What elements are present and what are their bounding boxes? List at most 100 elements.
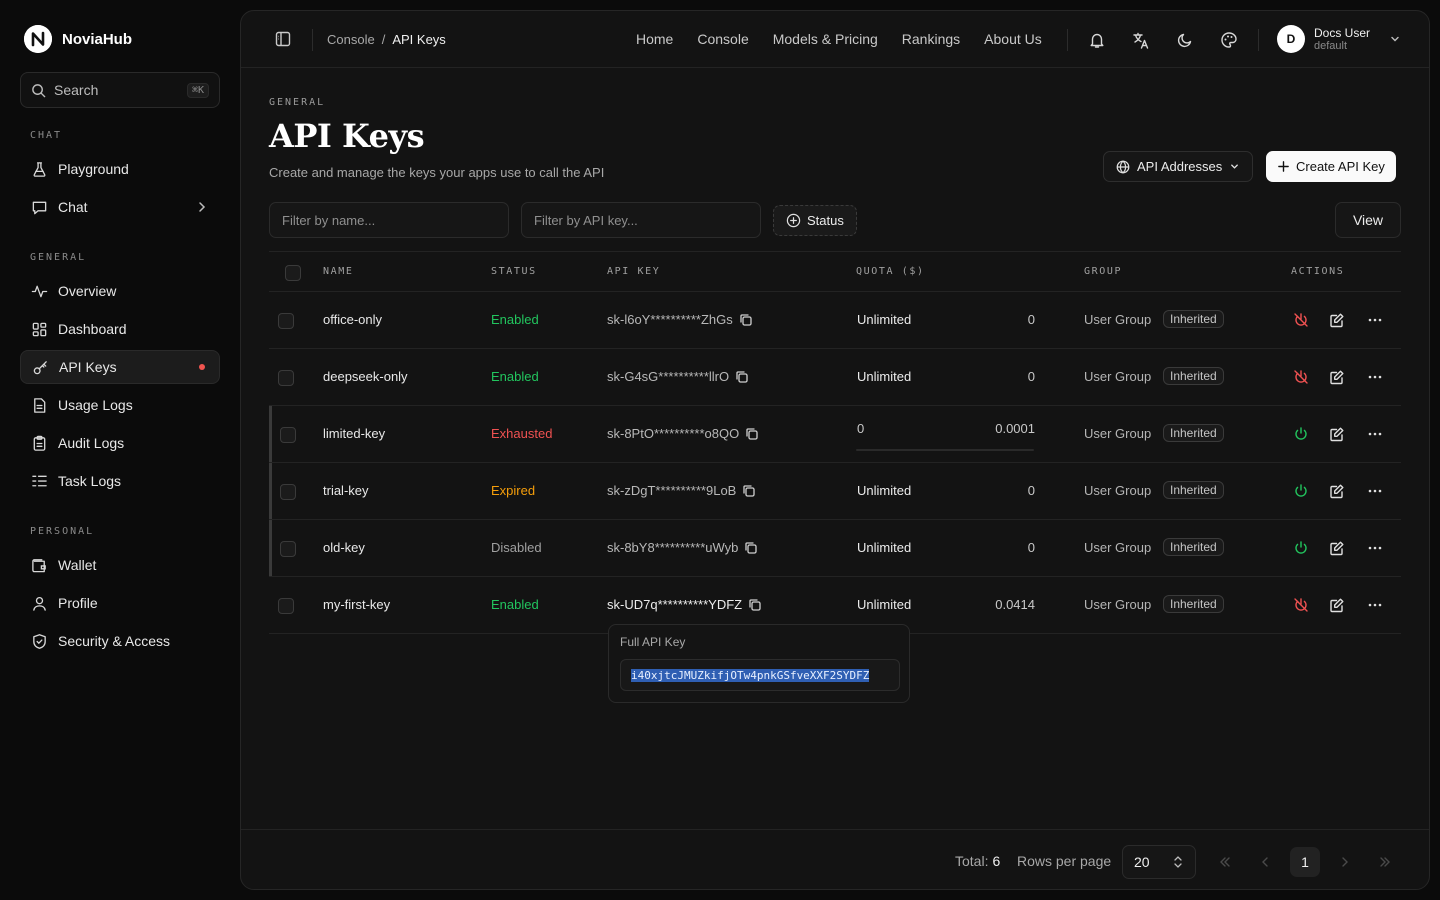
top-nav: Home Console Models & Pricing Rankings A… [636,31,1042,47]
edit-icon[interactable] [1328,425,1346,443]
view-button[interactable]: View [1335,202,1401,238]
disable-power-icon[interactable] [1292,311,1310,329]
copy-icon[interactable] [742,484,756,498]
last-page-button[interactable] [1370,847,1400,877]
nav-rankings[interactable]: Rankings [902,31,960,47]
row-checkbox[interactable] [278,370,294,386]
edit-icon[interactable] [1328,311,1346,329]
status-filter-button[interactable]: Status [773,205,857,236]
sidebar-item-chat[interactable]: Chat [20,190,220,224]
bell-icon[interactable] [1086,29,1108,51]
user-menu[interactable]: D Docs User default [1277,25,1401,53]
header-quota[interactable]: QUOTA ($) [856,266,925,277]
filter-name-input[interactable]: Filter by name... [269,202,509,238]
copy-icon[interactable] [739,313,753,327]
copy-icon[interactable] [744,541,758,555]
first-page-button[interactable] [1210,847,1240,877]
nav-models-pricing[interactable]: Models & Pricing [773,31,878,47]
api-addresses-button[interactable]: API Addresses [1103,151,1254,182]
more-icon[interactable] [1366,539,1384,557]
sidebar-item-security[interactable]: Security & Access [20,624,220,658]
header-api-key[interactable]: API KEY [607,266,660,277]
edit-icon[interactable] [1328,539,1346,557]
full-api-key-value[interactable]: i40xjtcJMUZkifjOTw4pnkGSfveXXF2SYDFZ [631,668,870,682]
sidebar-item-playground[interactable]: Playground [20,152,220,186]
sidebar-item-dashboard[interactable]: Dashboard [20,312,220,346]
sidebar-item-task-logs[interactable]: Task Logs [20,464,220,498]
disable-power-icon[interactable] [1292,596,1310,614]
brand[interactable]: NoviaHub [24,25,132,53]
sidebar-item-audit-logs[interactable]: Audit Logs [20,426,220,460]
header-status[interactable]: STATUS [491,266,537,277]
sidebar-item-api-keys[interactable]: API Keys [20,350,220,384]
breadcrumb-console[interactable]: Console [327,32,375,47]
page-eyebrow: GENERAL [269,97,326,108]
rows-per-page-select[interactable]: 20 [1122,845,1196,879]
edit-icon[interactable] [1328,596,1346,614]
group-name: User Group [1084,597,1152,612]
edit-icon[interactable] [1328,482,1346,500]
table-row[interactable]: limited-key Exhausted sk-8PtO**********o8Q… [269,406,1401,463]
more-icon[interactable] [1366,311,1384,329]
copy-icon[interactable] [745,427,759,441]
prev-page-button[interactable] [1250,847,1280,877]
edit-icon[interactable] [1328,368,1346,386]
row-checkbox[interactable] [280,484,296,500]
full-api-key-field[interactable]: i40xjtcJMUZkifjOTw4pnkGSfveXXF2SYDFZ [620,659,900,691]
flask-icon [31,161,48,178]
row-checkbox[interactable] [278,598,294,614]
create-api-key-button[interactable]: Create API Key [1266,151,1396,182]
moon-icon[interactable] [1174,29,1196,51]
next-page-button[interactable] [1330,847,1360,877]
enable-power-icon[interactable] [1292,539,1310,557]
inherited-badge: Inherited [1163,595,1224,613]
palette-icon[interactable] [1218,29,1240,51]
sidebar-item-label: Task Logs [58,473,122,489]
quota-limit: Unlimited [857,597,912,612]
header-name[interactable]: NAME [323,266,353,277]
nav-about-us[interactable]: About Us [984,31,1042,47]
disable-power-icon[interactable] [1292,368,1310,386]
divider [312,29,313,51]
more-icon[interactable] [1366,425,1384,443]
status-badge: Enabled [491,369,539,384]
sidebar-item-wallet[interactable]: Wallet [20,548,220,582]
select-all-checkbox[interactable] [285,265,301,281]
nav-home[interactable]: Home [636,31,673,47]
sidebar-item-label: API Keys [59,359,117,375]
sidebar-toggle-icon[interactable] [275,31,291,47]
row-checkbox[interactable] [278,313,294,329]
sidebar-item-usage-logs[interactable]: Usage Logs [20,388,220,422]
header-group[interactable]: GROUP [1084,266,1122,277]
masked-key: sk-l6oY**********ZhGs [607,312,733,327]
status-badge: Enabled [491,312,539,327]
enable-power-icon[interactable] [1292,482,1310,500]
filter-key-placeholder: Filter by API key... [534,212,638,228]
nav-console[interactable]: Console [697,31,748,47]
sidebar-item-label: Audit Logs [58,435,125,451]
page-button-current[interactable]: 1 [1290,847,1320,877]
view-label: View [1352,212,1384,228]
user-group: default [1314,40,1348,52]
search-input[interactable]: Search ⌘K [20,72,220,108]
row-checkbox[interactable] [280,427,296,443]
translate-icon[interactable] [1130,29,1152,51]
copy-icon[interactable] [735,370,749,384]
more-icon[interactable] [1366,596,1384,614]
more-icon[interactable] [1366,368,1384,386]
sidebar-item-profile[interactable]: Profile [20,586,220,620]
table-row[interactable]: old-key Disabled sk-8bY8**********uWyb Unli… [269,520,1401,577]
enable-power-icon[interactable] [1292,425,1310,443]
table-row[interactable]: deepseek-only Enabled sk-G4sG**********llr… [269,349,1401,406]
more-icon[interactable] [1366,482,1384,500]
table-row[interactable]: trial-key Expired sk-zDgT**********9LoB Unl… [269,463,1401,520]
copy-icon[interactable] [748,598,762,612]
page-subtitle: Create and manage the keys your apps use… [269,165,605,180]
table-row[interactable]: office-only Enabled sk-l6oY**********ZhGs U… [269,292,1401,349]
key-name: limited-key [323,426,386,441]
filter-key-input[interactable]: Filter by API key... [521,202,761,238]
quota-used: 0.0001 [995,421,1035,436]
row-checkbox[interactable] [280,541,296,557]
section-label-chat: CHAT [30,130,63,141]
sidebar-item-overview[interactable]: Overview [20,274,220,308]
